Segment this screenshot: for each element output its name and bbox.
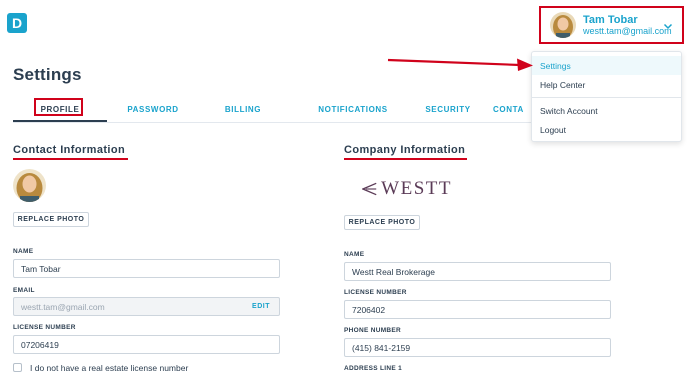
company-phone-label: PHONE NUMBER (344, 327, 402, 334)
westt-logo-mark-icon (362, 182, 377, 196)
contact-name-input[interactable]: Tam Tobar (13, 259, 280, 278)
user-dropdown-menu: Settings Help Center Switch Account Logo… (531, 51, 682, 142)
company-name-label: NAME (344, 251, 365, 258)
company-logo-text: WESTT (381, 178, 452, 199)
company-name-input[interactable]: Westt Real Brokerage (344, 262, 611, 281)
tab-security[interactable]: SECURITY (408, 98, 488, 120)
user-name: Tam Tobar (583, 13, 638, 26)
menu-item-help-center[interactable]: Help Center (532, 75, 681, 94)
menu-divider (532, 97, 681, 98)
no-license-label: I do not have a real estate license numb… (30, 363, 189, 373)
tab-billing[interactable]: BILLING (208, 98, 278, 120)
chevron-down-icon[interactable] (663, 21, 673, 31)
company-license-input[interactable]: 7206402 (344, 300, 611, 319)
page-title: Settings (13, 65, 82, 84)
no-license-checkbox[interactable] (13, 363, 22, 372)
profile-tab-highlight (34, 98, 83, 116)
contact-email-field: westt.tam@gmail.com EDIT (13, 297, 280, 316)
company-logo: WESTT (362, 178, 452, 200)
company-replace-photo-button[interactable]: REPLACE PHOTO (344, 215, 420, 230)
tabs-divider (13, 122, 533, 123)
contact-photo (13, 169, 46, 202)
user-menu-button[interactable]: Tam Tobar westt.tam@gmail.com (539, 6, 684, 44)
contact-email-label: EMAIL (13, 287, 35, 294)
app-logo[interactable]: D (7, 13, 27, 33)
menu-item-switch-account[interactable]: Switch Account (532, 101, 681, 120)
company-title-underline (344, 158, 467, 160)
company-address-label: ADDRESS LINE 1 (344, 365, 403, 372)
company-section-title: Company Information (344, 144, 466, 156)
contact-license-input[interactable]: 07206419 (13, 335, 280, 354)
contact-replace-photo-button[interactable]: REPLACE PHOTO (13, 212, 89, 227)
contact-title-underline (13, 158, 128, 160)
contact-name-label: NAME (13, 248, 34, 255)
edit-email-link[interactable]: EDIT (252, 303, 270, 310)
menu-item-settings[interactable]: Settings (532, 56, 681, 75)
user-email: westt.tam@gmail.com (583, 26, 672, 37)
avatar (550, 12, 576, 38)
contact-license-label: LICENSE NUMBER (13, 324, 76, 331)
annotation-arrow-icon (387, 58, 533, 71)
contact-section-title: Contact Information (13, 144, 126, 156)
logo-letter: D (11, 15, 23, 31)
company-license-label: LICENSE NUMBER (344, 289, 407, 296)
menu-item-logout[interactable]: Logout (532, 120, 681, 139)
company-phone-input[interactable]: (415) 841-2159 (344, 338, 611, 357)
tab-password[interactable]: PASSWORD (113, 98, 193, 120)
tab-notifications[interactable]: NOTIFICATIONS (298, 98, 408, 120)
settings-tabs: PROFILE PASSWORD BILLING NOTIFICATIONS S… (13, 98, 533, 120)
tab-contact[interactable]: CONTA (493, 98, 533, 120)
contact-email-value: westt.tam@gmail.com (21, 301, 105, 312)
